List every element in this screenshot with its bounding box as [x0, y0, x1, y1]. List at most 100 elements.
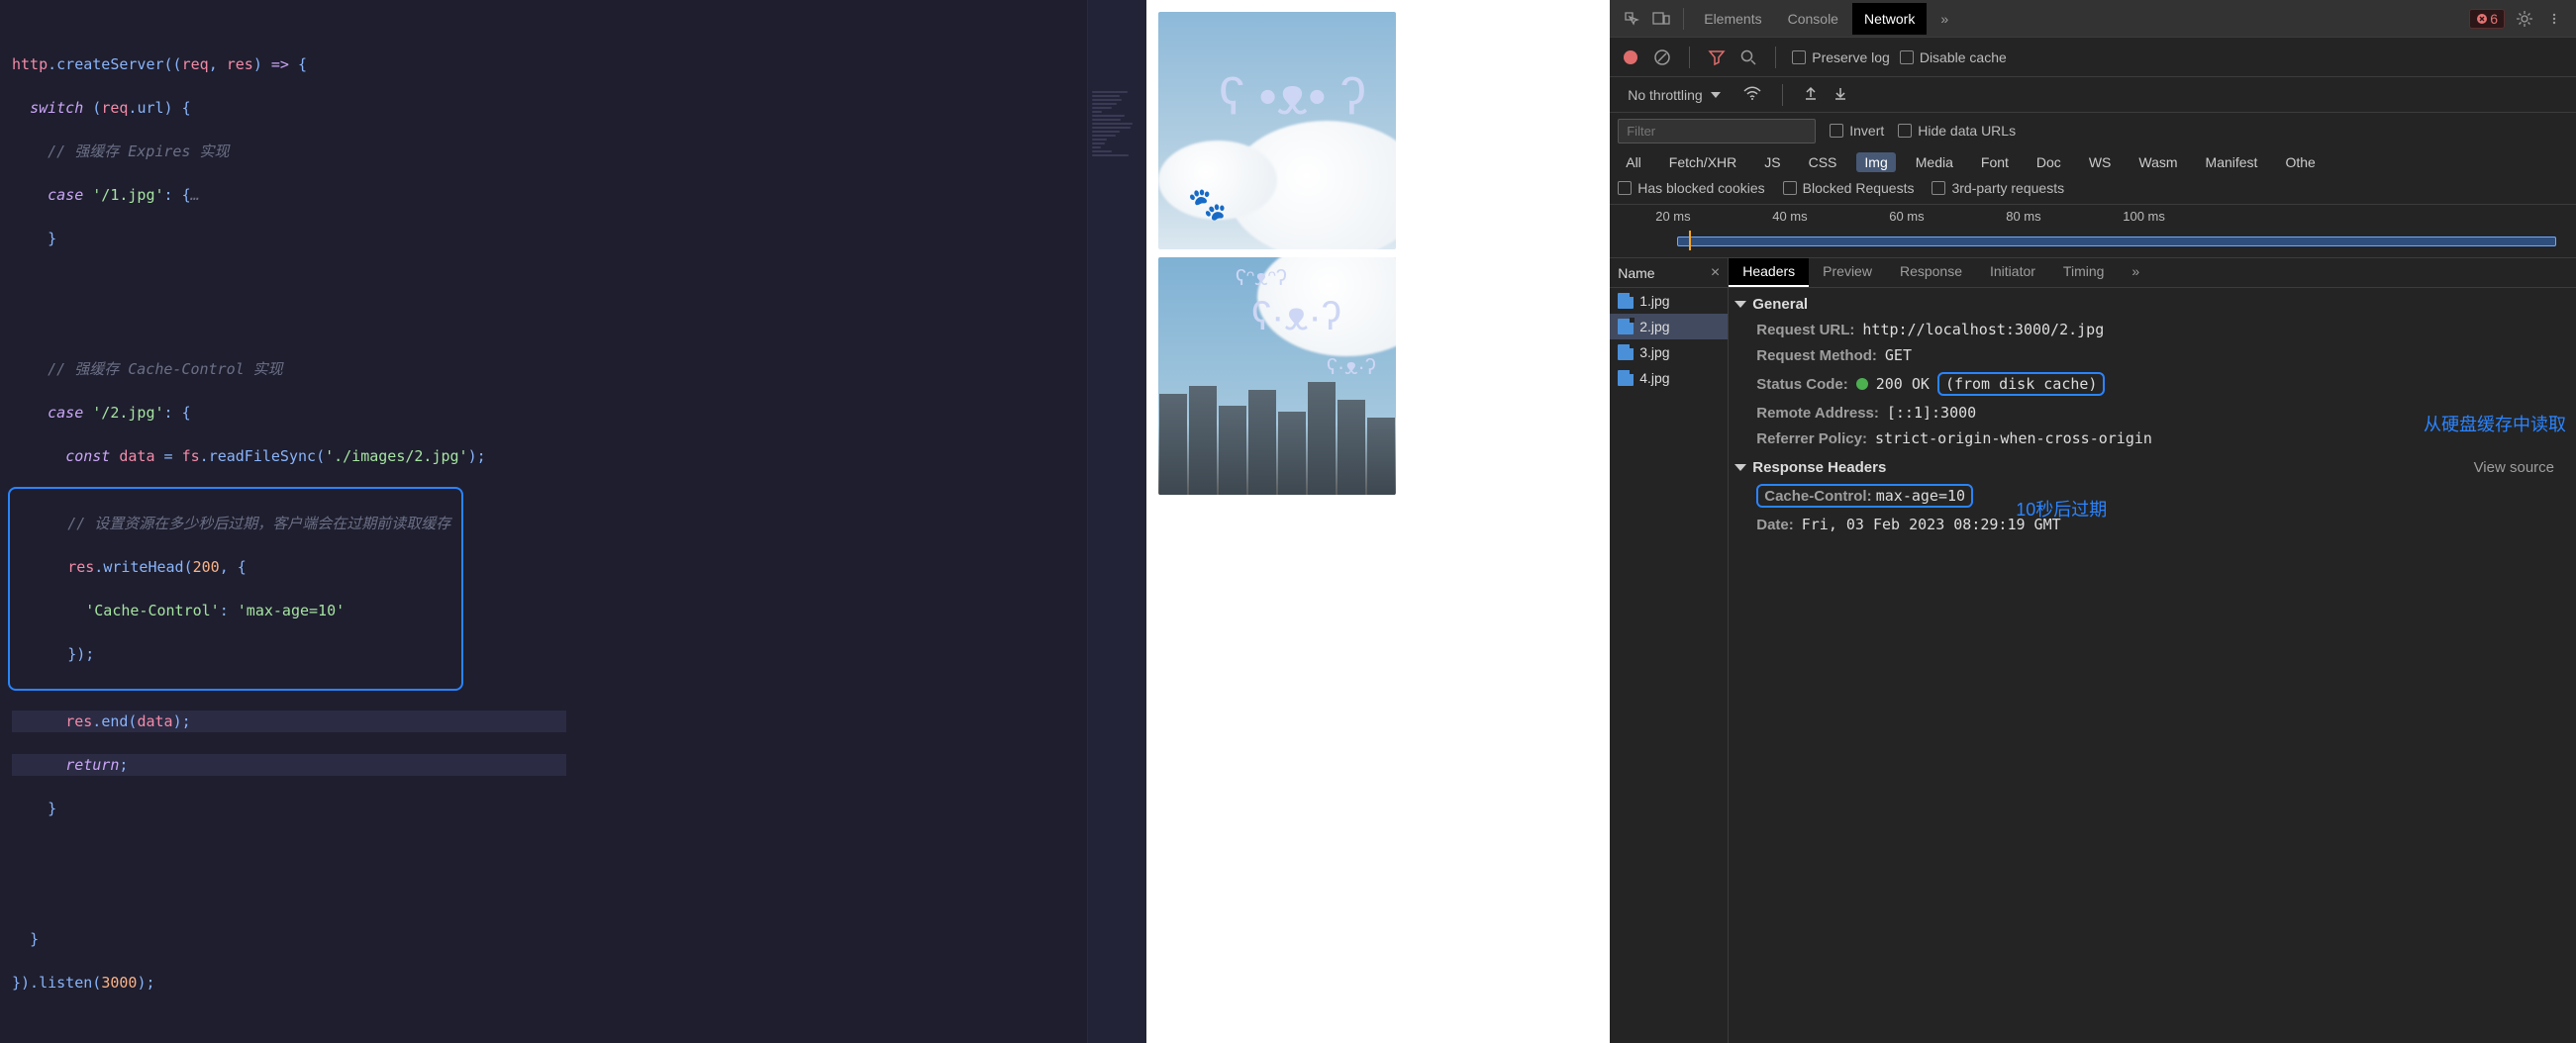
detail-tab-response[interactable]: Response: [1886, 258, 1976, 287]
third-party-checkbox[interactable]: 3rd-party requests: [1932, 180, 2064, 196]
tab-console[interactable]: Console: [1776, 3, 1850, 35]
preview-image-1: ʕ •ᴥ• ʔ 🐾: [1158, 12, 1396, 249]
request-row[interactable]: 2.jpg: [1610, 314, 1728, 339]
type-ws[interactable]: WS: [2081, 152, 2120, 172]
request-list: Name × 1.jpg 2.jpg 3.jpg 4.jpg: [1610, 258, 1729, 1043]
preview-image-2: ʕ·ᴥ·ʔ ʕᵔᴥᵔʔ ʕ·ᴥ·ʔ: [1158, 257, 1396, 495]
filter-icon[interactable]: [1706, 47, 1728, 68]
kebab-icon[interactable]: [2544, 9, 2564, 29]
close-icon[interactable]: ×: [1711, 264, 1720, 282]
file-icon: [1618, 344, 1634, 360]
invert-checkbox[interactable]: Invert: [1830, 123, 1884, 139]
general-section-header[interactable]: General: [1729, 288, 2576, 317]
error-badge[interactable]: 6: [2469, 9, 2505, 29]
code-line: case '/1.jpg': {…: [12, 184, 1135, 206]
detail-tab-timing[interactable]: Timing: [2049, 258, 2119, 287]
preserve-log-checkbox[interactable]: Preserve log: [1792, 49, 1890, 65]
record-button[interactable]: [1620, 47, 1641, 68]
type-font[interactable]: Font: [1973, 152, 2017, 172]
disable-cache-checkbox[interactable]: Disable cache: [1900, 49, 2007, 65]
network-timeline[interactable]: 20 ms 40 ms 60 ms 80 ms 100 ms: [1610, 205, 2576, 258]
throttling-row: No throttling: [1610, 77, 2576, 113]
file-icon: [1618, 319, 1634, 334]
triangle-down-icon: [1734, 464, 1746, 471]
type-media[interactable]: Media: [1908, 152, 1961, 172]
code-line: }: [12, 928, 1135, 950]
type-img[interactable]: Img: [1856, 152, 1895, 172]
code-line: }).listen(3000);: [12, 972, 1135, 994]
file-icon: [1618, 293, 1634, 309]
request-url-row: Request URL:http://localhost:3000/2.jpg: [1729, 317, 2576, 342]
timeline-tick: 100 ms: [2123, 209, 2239, 227]
status-dot-icon: [1856, 378, 1868, 390]
request-details: Headers Preview Response Initiator Timin…: [1729, 258, 2576, 1043]
type-doc[interactable]: Doc: [2029, 152, 2069, 172]
code-line: 'Cache-Control': 'max-age=10': [14, 600, 457, 621]
code-line: [12, 841, 1135, 863]
settings-icon[interactable]: [2515, 9, 2534, 29]
code-line: case '/2.jpg': {: [12, 402, 1135, 424]
code-line: [12, 271, 1135, 293]
upload-icon[interactable]: [1803, 85, 1819, 104]
clear-icon[interactable]: [1651, 47, 1673, 68]
minimap[interactable]: [1087, 0, 1146, 1043]
code-line: http.createServer((req, res) => {: [12, 53, 1135, 75]
code-line: res.writeHead(200, {: [14, 556, 457, 578]
timeline-tick: 40 ms: [1772, 209, 1889, 227]
hide-data-urls-checkbox[interactable]: Hide data URLs: [1898, 123, 2016, 139]
browser-preview: ʕ •ᴥ• ʔ 🐾 ʕ·ᴥ·ʔ ʕᵔᴥᵔʔ ʕ·ᴥ·ʔ: [1146, 0, 1610, 1043]
timeline-bar: [1677, 237, 2556, 246]
blocked-requests-checkbox[interactable]: Blocked Requests: [1783, 180, 1915, 196]
code-line: // 强缓存 Expires 实现: [12, 141, 1135, 162]
type-css[interactable]: CSS: [1801, 152, 1845, 172]
code-line: }: [12, 798, 1135, 819]
request-row[interactable]: 3.jpg: [1610, 339, 1728, 365]
detail-tab-more[interactable]: »: [2118, 258, 2153, 287]
request-row[interactable]: 4.jpg: [1610, 365, 1728, 391]
search-icon[interactable]: [1737, 47, 1759, 68]
type-fetchxhr[interactable]: Fetch/XHR: [1661, 152, 1744, 172]
code-highlight-box: // 设置资源在多少秒后过期，客户端会在过期前读取缓存 res.writeHea…: [8, 487, 463, 691]
wifi-icon[interactable]: [1742, 85, 1762, 104]
code-line: }: [12, 228, 1135, 249]
devtools-panel: Elements Console Network » 6 Preserve lo…: [1610, 0, 2576, 1043]
download-icon[interactable]: [1833, 85, 1848, 104]
filter-input[interactable]: [1618, 119, 1816, 143]
code-line: });: [14, 643, 457, 665]
type-other[interactable]: Othe: [2277, 152, 2323, 172]
device-toggle-icon[interactable]: [1651, 9, 1671, 29]
detail-tab-preview[interactable]: Preview: [1809, 258, 1886, 287]
type-wasm[interactable]: Wasm: [2130, 152, 2185, 172]
view-source-link[interactable]: View source: [2474, 459, 2554, 476]
chevron-down-icon: [1711, 92, 1721, 98]
code-line: return;: [12, 754, 566, 776]
throttling-select[interactable]: No throttling: [1620, 84, 1728, 106]
response-headers-section-header[interactable]: Response Headers View source: [1729, 451, 2576, 480]
code-line: [12, 315, 1135, 336]
tab-network[interactable]: Network: [1852, 3, 1927, 35]
code-line: [12, 885, 1135, 906]
tab-elements[interactable]: Elements: [1692, 3, 1773, 35]
timeline-marker: [1689, 231, 1691, 250]
annotation-disk-cache: 从硬盘缓存中读取: [2424, 411, 2566, 436]
type-all[interactable]: All: [1618, 152, 1649, 172]
type-manifest[interactable]: Manifest: [2198, 152, 2266, 172]
code-editor[interactable]: http.createServer((req, res) => { switch…: [0, 0, 1146, 1043]
code-line: // 设置资源在多少秒后过期，客户端会在过期前读取缓存: [14, 513, 457, 534]
error-count: 6: [2490, 11, 2498, 27]
cache-control-highlight: Cache-Control: max-age=10: [1756, 484, 1973, 508]
tab-more[interactable]: »: [1929, 3, 1960, 35]
code-line: // 强缓存 Cache-Control 实现: [12, 358, 1135, 380]
code-line: switch (req.url) {: [12, 97, 1135, 119]
inspect-icon[interactable]: [1622, 9, 1641, 29]
blocked-cookies-checkbox[interactable]: Has blocked cookies: [1618, 180, 1764, 196]
timeline-tick: 60 ms: [1889, 209, 2006, 227]
detail-tab-headers[interactable]: Headers: [1729, 258, 1809, 287]
timeline-tick: 20 ms: [1655, 209, 1772, 227]
type-js[interactable]: JS: [1756, 152, 1788, 172]
triangle-down-icon: [1734, 301, 1746, 308]
request-row[interactable]: 1.jpg: [1610, 288, 1728, 314]
disk-cache-highlight: (from disk cache): [1937, 372, 2106, 396]
status-code-row: Status Code: 200 OK (from disk cache): [1729, 368, 2576, 400]
detail-tab-initiator[interactable]: Initiator: [1976, 258, 2049, 287]
